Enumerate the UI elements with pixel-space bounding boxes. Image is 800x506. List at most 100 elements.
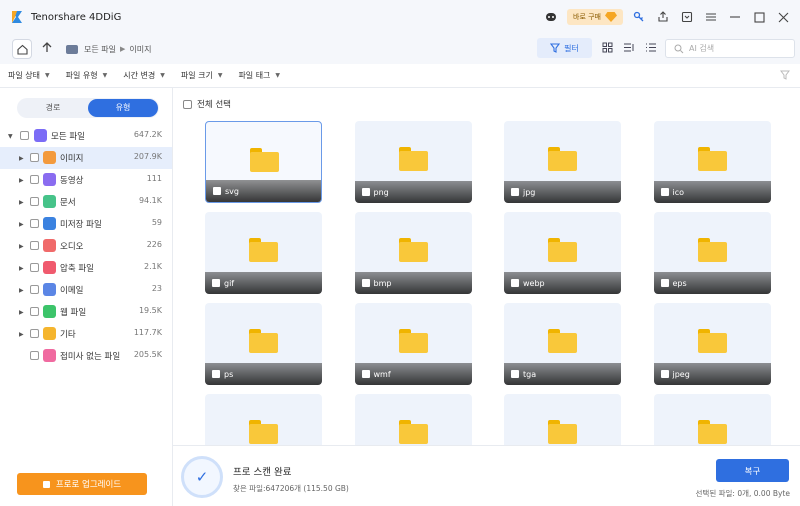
- feedback-icon[interactable]: [680, 10, 694, 24]
- chevron-right-icon[interactable]: ▶: [19, 331, 24, 338]
- folder-card[interactable]: tga: [504, 303, 621, 385]
- chevron-right-icon[interactable]: ▶: [19, 309, 24, 316]
- folder-card[interactable]: webp: [504, 212, 621, 294]
- sidebar-item-count: 205.5K: [133, 350, 162, 359]
- breadcrumb-item[interactable]: 모든 파일: [84, 44, 116, 55]
- folder-card[interactable]: jpg: [504, 121, 621, 203]
- tab-path[interactable]: 경로: [18, 99, 88, 117]
- chevron-right-icon[interactable]: ▶: [19, 287, 24, 294]
- folder-checkbox[interactable]: [212, 370, 220, 378]
- folder-caption: jpg: [504, 181, 621, 203]
- assistant-icon[interactable]: [544, 10, 558, 24]
- share-icon[interactable]: [656, 10, 670, 24]
- sidebar-item[interactable]: ▶ 문서 94.1K: [0, 191, 172, 213]
- select-all-checkbox[interactable]: [183, 99, 192, 109]
- folder-card[interactable]: jpeg: [653, 303, 771, 385]
- filter-file-status[interactable]: 파일 상태 ▼: [8, 70, 50, 81]
- chevron-right-icon[interactable]: ▶: [19, 243, 24, 250]
- sidebar-item[interactable]: ▶ 이메일 23: [0, 279, 172, 301]
- folder-checkbox[interactable]: [361, 279, 370, 287]
- buy-now-button[interactable]: 바로 구매: [567, 9, 623, 25]
- upgrade-button[interactable]: 프로로 업그레이드: [17, 473, 147, 495]
- minimize-icon[interactable]: [728, 10, 742, 24]
- folder-caption: png: [354, 181, 472, 203]
- folder-checkbox[interactable]: [660, 188, 669, 196]
- chevron-right-icon[interactable]: ▶: [19, 199, 24, 206]
- folder-checkbox[interactable]: [511, 188, 519, 196]
- sidebar-item[interactable]: ▼ 모든 파일 647.2K: [0, 125, 172, 147]
- home-button[interactable]: [12, 39, 32, 59]
- breadcrumb-item[interactable]: 이미지: [129, 44, 151, 55]
- close-icon[interactable]: [776, 10, 790, 24]
- tab-type[interactable]: 유형: [88, 99, 158, 117]
- recover-button[interactable]: 복구: [716, 459, 789, 482]
- select-all[interactable]: 전체 선택: [183, 98, 231, 110]
- filter-file-size[interactable]: 파일 크기 ▼: [181, 70, 223, 81]
- sidebar-item[interactable]: ▶ 웹 파일 19.5K: [0, 301, 172, 323]
- folder-card[interactable]: [504, 394, 621, 445]
- item-checkbox[interactable]: [30, 285, 39, 294]
- folder-icon: [548, 420, 577, 444]
- sidebar-item[interactable]: 접미사 없는 파일 205.5K: [0, 345, 172, 367]
- chevron-right-icon[interactable]: ▶: [19, 177, 24, 184]
- sidebar-item[interactable]: ▶ 기타 117.7K: [0, 323, 172, 345]
- folder-checkbox[interactable]: [213, 187, 221, 195]
- folder-card[interactable]: [653, 394, 771, 445]
- filter-time-modified[interactable]: 시간 변경 ▼: [123, 70, 165, 81]
- item-checkbox[interactable]: [30, 241, 39, 250]
- up-arrow-icon[interactable]: [42, 42, 52, 56]
- item-checkbox[interactable]: [20, 131, 29, 140]
- filter-button[interactable]: 필터: [537, 38, 592, 58]
- item-checkbox[interactable]: [30, 175, 39, 184]
- folder-checkbox[interactable]: [361, 370, 370, 378]
- item-checkbox[interactable]: [30, 153, 39, 162]
- chevron-right-icon[interactable]: ▶: [19, 265, 24, 272]
- grid-view-icon[interactable]: [600, 40, 614, 54]
- folder-checkbox[interactable]: [361, 188, 370, 196]
- key-icon[interactable]: [632, 10, 646, 24]
- maximize-icon[interactable]: [752, 10, 766, 24]
- item-checkbox[interactable]: [30, 329, 39, 338]
- detail-view-icon[interactable]: [644, 40, 658, 54]
- folder-card[interactable]: ps: [205, 303, 322, 385]
- item-checkbox[interactable]: [30, 263, 39, 272]
- item-checkbox[interactable]: [30, 197, 39, 206]
- folder-checkbox[interactable]: [660, 370, 669, 378]
- item-checkbox[interactable]: [30, 219, 39, 228]
- chevron-down-icon[interactable]: ▼: [8, 133, 13, 140]
- folder-card[interactable]: bmp: [354, 212, 472, 294]
- file-type-icon: [43, 349, 56, 362]
- sidebar-item[interactable]: ▶ 오디오 226: [0, 235, 172, 257]
- clear-filter-icon[interactable]: [780, 70, 790, 82]
- folder-card[interactable]: gif: [205, 212, 322, 294]
- ai-search-input[interactable]: AI 검색: [665, 39, 795, 58]
- item-checkbox[interactable]: [30, 307, 39, 316]
- file-type-icon: [43, 173, 56, 186]
- folder-checkbox[interactable]: [660, 279, 669, 287]
- filter-label: 파일 상태: [8, 71, 40, 80]
- menu-icon[interactable]: [704, 10, 718, 24]
- list-view-icon[interactable]: [622, 40, 636, 54]
- folder-card[interactable]: svg: [205, 121, 322, 203]
- folder-card[interactable]: eps: [653, 212, 771, 294]
- view-mode-toggle: 경로 유형: [17, 98, 159, 118]
- folder-card[interactable]: wmf: [354, 303, 472, 385]
- sidebar-item[interactable]: ▶ 미저장 파일 59: [0, 213, 172, 235]
- sidebar-item[interactable]: ▶ 동영상 111: [0, 169, 172, 191]
- folder-checkbox[interactable]: [511, 370, 519, 378]
- filter-file-tag[interactable]: 파일 태그 ▼: [238, 70, 280, 81]
- folder-checkbox[interactable]: [212, 279, 220, 287]
- folder-card[interactable]: [205, 394, 322, 445]
- chevron-right-icon[interactable]: ▶: [19, 155, 24, 162]
- sidebar-item-label: 이미지: [60, 154, 84, 164]
- ai-search-placeholder: AI 검색: [689, 44, 715, 53]
- folder-card[interactable]: [354, 394, 472, 445]
- item-checkbox[interactable]: [30, 351, 39, 360]
- sidebar-item[interactable]: ▶ 압축 파일 2.1K: [0, 257, 172, 279]
- sidebar-item[interactable]: ▶ 이미지 207.9K: [0, 147, 172, 169]
- folder-card[interactable]: ico: [653, 121, 771, 203]
- chevron-right-icon[interactable]: ▶: [19, 221, 24, 228]
- folder-card[interactable]: png: [354, 121, 472, 203]
- folder-checkbox[interactable]: [511, 279, 519, 287]
- filter-file-type[interactable]: 파일 유형 ▼: [66, 70, 108, 81]
